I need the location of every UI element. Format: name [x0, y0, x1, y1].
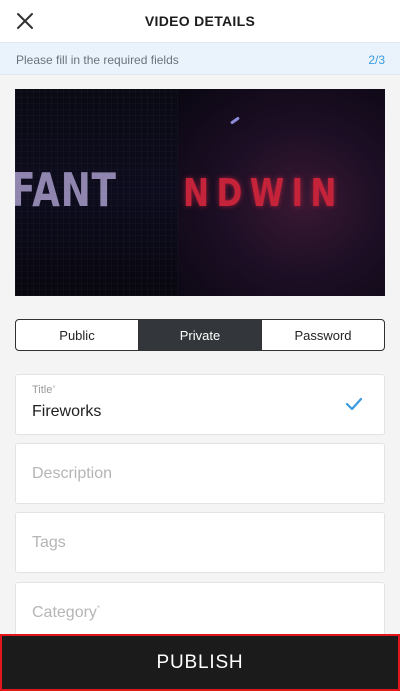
- tags-placeholder: Tags: [32, 534, 66, 551]
- title-label: Title*: [32, 384, 56, 396]
- privacy-option-password[interactable]: Password: [261, 320, 384, 350]
- title-field[interactable]: Title* Fireworks: [15, 374, 385, 435]
- category-placeholder: Category*: [32, 604, 101, 621]
- privacy-segmented-control: Public Private Password: [15, 319, 385, 351]
- check-icon: [345, 397, 363, 411]
- banner-message: Please fill in the required fields: [16, 53, 179, 67]
- privacy-option-public[interactable]: Public: [16, 320, 138, 350]
- page-title: VIDEO DETAILS: [144, 13, 256, 29]
- video-preview[interactable]: FANT NDWIN: [15, 89, 385, 296]
- tags-field[interactable]: Tags: [15, 512, 385, 573]
- required-mark: *: [52, 384, 56, 393]
- top-bar: VIDEO DETAILS: [0, 0, 400, 42]
- publish-button[interactable]: PUBLISH: [0, 634, 400, 691]
- privacy-option-private[interactable]: Private: [138, 320, 261, 350]
- description-placeholder: Description: [32, 465, 113, 482]
- required-mark: *: [96, 604, 101, 613]
- video-sign-text-left: FANT: [15, 163, 117, 217]
- description-field[interactable]: Description: [15, 443, 385, 504]
- title-input-value[interactable]: Fireworks: [32, 403, 101, 421]
- step-indicator: 2/3: [368, 53, 385, 67]
- video-sign-text-right: NDWIN: [183, 171, 344, 215]
- publish-label: PUBLISH: [156, 651, 244, 673]
- required-fields-banner: Please fill in the required fields 2/3: [0, 42, 400, 75]
